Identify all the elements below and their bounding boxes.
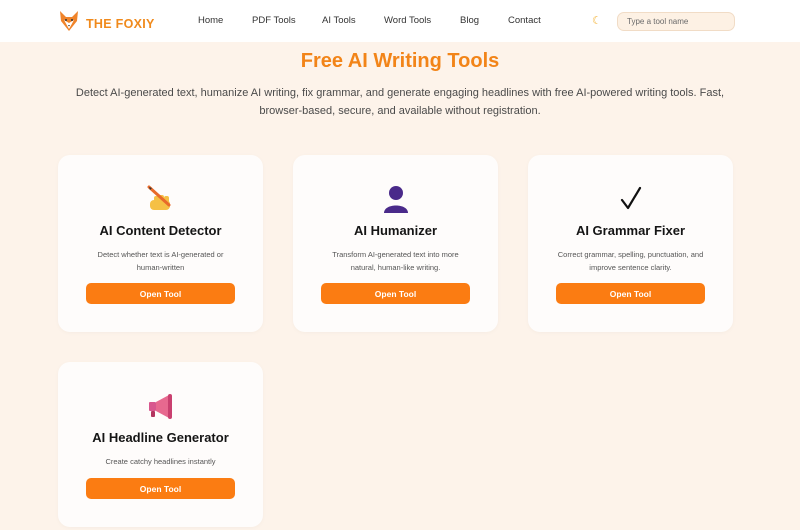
- site-header: THE FOXIY Home PDF Tools AI Tools Word T…: [0, 0, 800, 42]
- nav-item-ai-tools[interactable]: AI Tools: [322, 15, 356, 26]
- tool-title: AI Headline Generator: [92, 430, 229, 445]
- tool-card-ai-headline-generator: AI Headline Generator Create catchy head…: [58, 362, 263, 527]
- tool-card-ai-humanizer: AI Humanizer Transform AI-generated text…: [293, 155, 498, 332]
- page-title: Free AI Writing Tools: [300, 50, 500, 72]
- moon-icon[interactable]: ☾: [592, 15, 602, 27]
- tool-title: AI Content Detector: [99, 223, 222, 238]
- open-tool-button[interactable]: Open Tool: [86, 478, 235, 499]
- nav-item-blog[interactable]: Blog: [460, 15, 479, 26]
- check-mark-icon: [528, 183, 733, 217]
- tool-title: AI Grammar Fixer: [575, 223, 686, 238]
- open-tool-button[interactable]: Open Tool: [86, 283, 235, 304]
- tool-description: Create catchy headlines instantly: [105, 457, 216, 466]
- tool-card-ai-content-detector: AI Content Detector Detect whether text …: [58, 155, 263, 332]
- nav-item-word-tools[interactable]: Word Tools: [384, 15, 431, 26]
- tool-title: AI Humanizer: [353, 223, 438, 238]
- open-tool-button[interactable]: Open Tool: [556, 283, 705, 304]
- tool-search-input[interactable]: [617, 12, 735, 31]
- tool-description: Detect whether text is AI-generated or h…: [97, 250, 224, 272]
- person-silhouette-icon: [293, 183, 498, 217]
- tool-description: Correct grammar, spelling, punctuation, …: [557, 250, 704, 272]
- writing-hand-icon: [58, 183, 263, 217]
- page-intro: Detect AI-generated text, humanize AI wr…: [75, 87, 725, 117]
- megaphone-icon: [58, 390, 263, 424]
- nav-item-home[interactable]: Home: [198, 15, 223, 26]
- nav-item-contact[interactable]: Contact: [508, 15, 541, 26]
- tool-card-ai-grammar-fixer: AI Grammar Fixer Correct grammar, spelli…: [528, 155, 733, 332]
- nav-item-pdf-tools[interactable]: PDF Tools: [252, 15, 296, 26]
- tool-description: Transform AI-generated text into more na…: [332, 250, 459, 272]
- open-tool-button[interactable]: Open Tool: [321, 283, 470, 304]
